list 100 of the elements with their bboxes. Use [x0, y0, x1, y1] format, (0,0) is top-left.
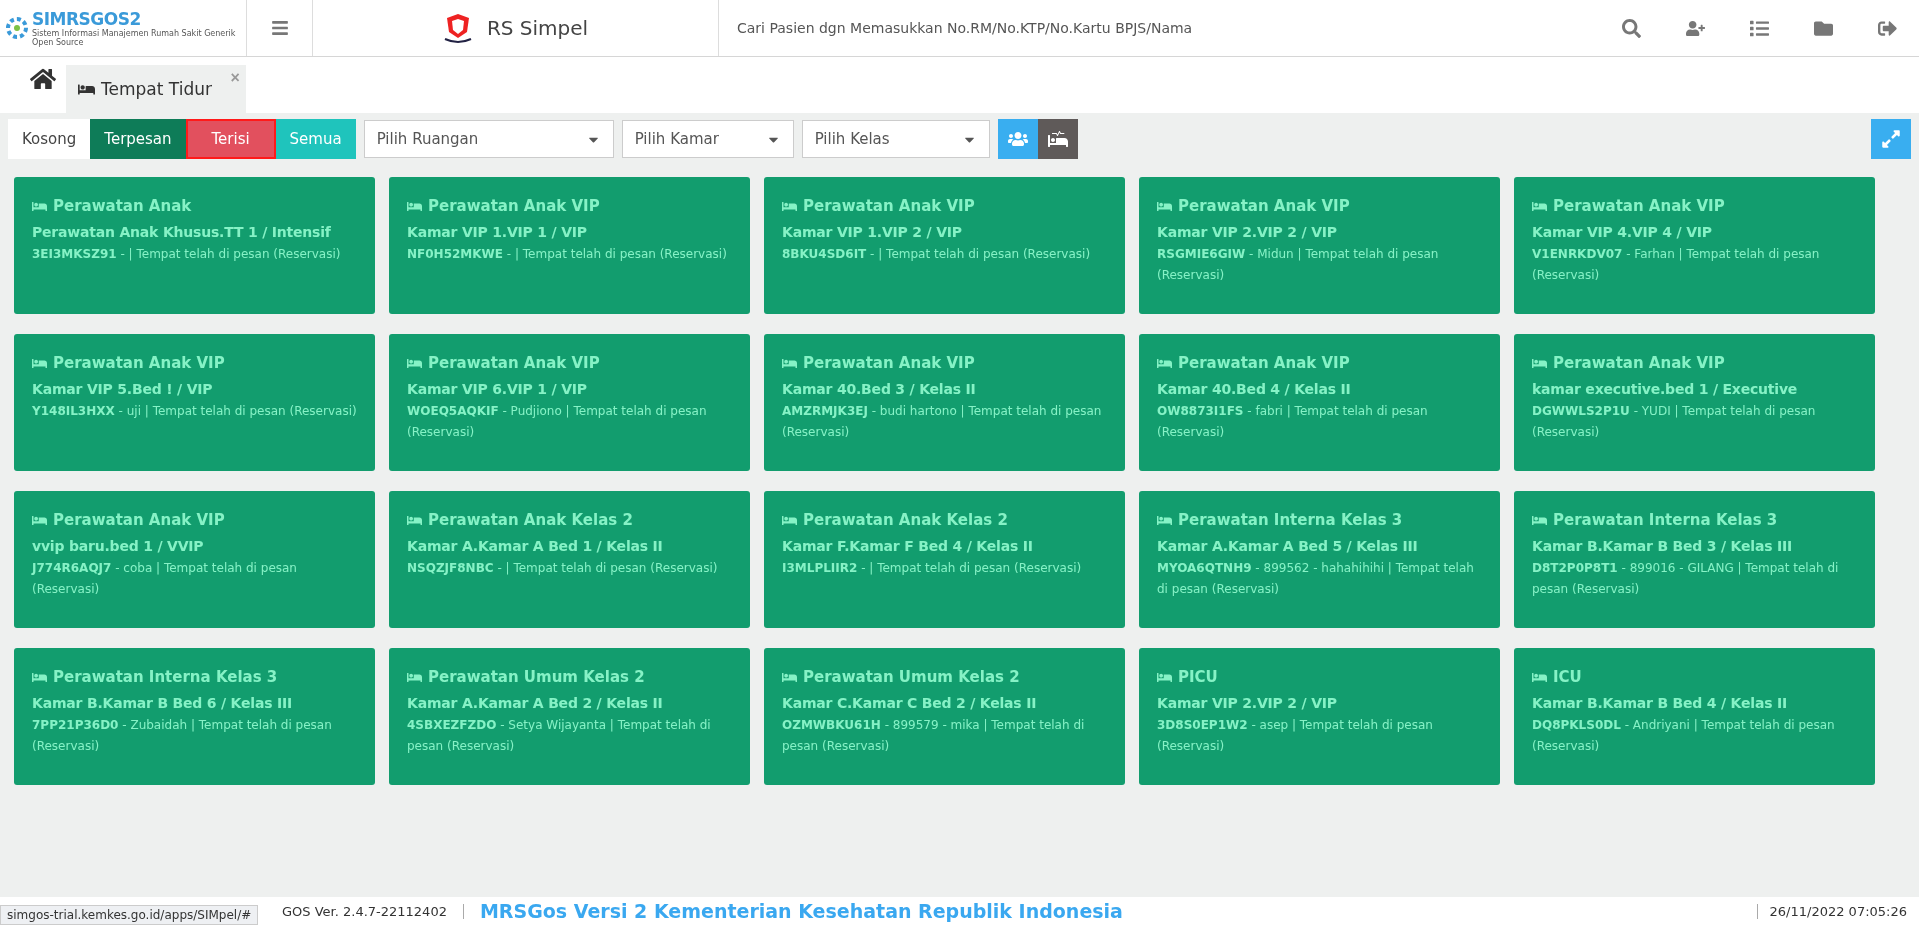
- patient-bed-button[interactable]: [1037, 119, 1078, 159]
- version-text: GOS Ver. 2.4.7-22112402: [282, 903, 464, 919]
- bed-card[interactable]: Perawatan Interna Kelas 3 Kamar B.Kamar B Bed 6 / Kelas III 7PP21P36D0 - Zubaidah | Tempat telah di pesan (Reservasi): [14, 648, 375, 785]
- bed-card[interactable]: Perawatan Anak VIP Kamar 40.Bed 4 / Kelas II OW8873I1FS - fabri | Tempat telah di pesan (Reservasi): [1139, 334, 1500, 471]
- bed-detail: 7PP21P36D0 - Zubaidah | Tempat telah di pesan (Reservasi): [32, 717, 333, 755]
- logo-text: SIMRSGOS2: [32, 9, 142, 29]
- menu-icon: [270, 19, 289, 37]
- bed-detail: 3EI3MKSZ91 - | Tempat telah di pesan (Reservasi): [32, 246, 342, 263]
- bed-detail: 4SBXEZFZDO - Setya Wijayanta | Tempat telah di pesan (Reservasi): [407, 717, 712, 755]
- list-icon: [1749, 18, 1769, 38]
- user-plus-icon: [1685, 18, 1705, 38]
- filter-button[interactable]: Terpesan: [90, 119, 186, 159]
- bed-card[interactable]: Perawatan Anak VIP kamar executive.bed 1 / Executive DGWWLS2P1U - YUDI | Tempat telah di pesan (Reservasi): [1514, 334, 1875, 471]
- bed-card[interactable]: Perawatan Anak Kelas 2 Kamar F.Kamar F Bed 4 / Kelas II I3MLPLIIR2 - | Tempat telah di pesan (Reservasi): [764, 491, 1125, 628]
- bed-detail: 8BKU4SD6IT - | Tempat telah di pesan (Reservasi): [782, 246, 1092, 263]
- bed-card[interactable]: Perawatan Anak Perawatan Anak Khusus.TT 1 / Intensif 3EI3MKSZ91 - | Tempat telah di pesan (Reservasi): [14, 177, 375, 314]
- dropdown[interactable]: Pilih Kelas: [801, 120, 990, 158]
- expand-button[interactable]: [1871, 119, 1911, 159]
- room-name: Kamar C.Kamar C Bed 2 / Kelas II: [782, 695, 1038, 711]
- unit-name: Perawatan Anak Kelas 2: [428, 511, 633, 529]
- tab[interactable]: Tempat Tidur ×: [66, 65, 246, 113]
- bed-card[interactable]: Perawatan Umum Kelas 2 Kamar C.Kamar C Bed 2 / Kelas II OZMWBKU61H - 899579 - mika | Tempat telah di pesan (Reservasi): [764, 648, 1125, 785]
- bed-card[interactable]: Perawatan Anak VIP Kamar VIP 1.VIP 2 / VIP 8BKU4SD6IT - | Tempat telah di pesan (Reservasi): [764, 177, 1125, 314]
- bed-card[interactable]: Perawatan Umum Kelas 2 Kamar A.Kamar A Bed 2 / Kelas II 4SBXEZFZDO - Setya Wijayanta | Tempat telah di pesan (Reservasi): [389, 648, 750, 785]
- bed-detail: OW8873I1FS - fabri | Tempat telah di pesan (Reservasi): [1157, 403, 1429, 441]
- bed-detail: V1ENRKDV07 - Farhan | Tempat telah di pesan (Reservasi): [1532, 246, 1821, 284]
- dropdown[interactable]: Pilih Ruangan: [363, 120, 614, 158]
- bed-detail: RSGMIE6GIW - Midun | Tempat telah di pesan (Reservasi): [1157, 246, 1440, 284]
- unit-name: Perawatan Anak VIP: [1553, 197, 1725, 215]
- marquee-text: MRSGos Versi 2 Kementerian Kesehatan Republik Indonesia: [479, 900, 1123, 922]
- logo-subtitle: Sistem Informasi Manajemen Rumah Sakit Generik Open Source: [32, 29, 237, 47]
- unit-name: Perawatan Anak Kelas 2: [803, 511, 1008, 529]
- room-name: Kamar 40.Bed 3 / Kelas II: [782, 381, 977, 397]
- bed-detail: 3D8S0EP1W2 - asep | Tempat telah di pesan (Reservasi): [1157, 717, 1434, 755]
- logout-button[interactable]: [1855, 0, 1919, 56]
- home-icon: [30, 66, 56, 92]
- bed-card[interactable]: Perawatan Anak VIP Kamar VIP 5.Bed ! / VIP Y148IL3HXX - uji | Tempat telah di pesan (Reservasi): [14, 334, 375, 471]
- room-name: Kamar B.Kamar B Bed 3 / Kelas III: [1532, 538, 1793, 554]
- room-name: kamar executive.bed 1 / Executive: [1532, 381, 1799, 397]
- bed-card[interactable]: Perawatan Anak VIP Kamar VIP 6.VIP 1 / VIP WOEQ5AQKIF - Pudjiono | Tempat telah di pesan (Reservasi): [389, 334, 750, 471]
- dropdown[interactable]: Pilih Kamar: [621, 120, 794, 158]
- bed-card[interactable]: Perawatan Anak VIP Kamar 40.Bed 3 / Kelas II AMZRMJK3EJ - budi hartono | Tempat telah di pesan (Reservasi): [764, 334, 1125, 471]
- bed-detail: Y148IL3HXX - uji | Tempat telah di pesan (Reservasi): [32, 403, 357, 420]
- room-name: Kamar VIP 5.Bed ! / VIP: [32, 381, 214, 397]
- patient-bed-icon: [1047, 129, 1068, 149]
- unit-name: Perawatan Anak VIP: [428, 354, 600, 372]
- room-name: Kamar B.Kamar B Bed 4 / Kelas II: [1532, 695, 1788, 711]
- bed-detail: D8T2P0P8T1 - 899016 - GILANG | Tempat telah di pesan (Reservasi): [1532, 560, 1840, 598]
- filter-button[interactable]: Terisi: [185, 119, 276, 159]
- bed-detail: DQ8PKLS0DL - Andriyani | Tempat telah di pesan (Reservasi): [1532, 717, 1836, 755]
- room-name: Kamar VIP 6.VIP 1 / VIP: [407, 381, 588, 397]
- room-name: Kamar A.Kamar A Bed 1 / Kelas II: [407, 538, 664, 554]
- unit-name: Perawatan Interna Kelas 3: [1178, 511, 1403, 529]
- bed-card[interactable]: Perawatan Interna Kelas 3 Kamar A.Kamar A Bed 5 / Kelas III MYOA6QTNH9 - 899562 - hahahihihi | Tempat telah di pesan (Reservasi): [1139, 491, 1500, 628]
- tab-label: Tempat Tidur: [101, 79, 212, 99]
- unit-name: Perawatan Anak VIP: [53, 511, 225, 529]
- expand-icon: [1881, 129, 1901, 149]
- bed-card[interactable]: Perawatan Anak VIP Kamar VIP 4.VIP 4 / VIP V1ENRKDV07 - Farhan | Tempat telah di pesan (Reservasi): [1514, 177, 1875, 314]
- close-button[interactable]: ×: [230, 69, 240, 87]
- hospital-name: RS Simpel: [486, 16, 589, 40]
- users-icon: [1007, 129, 1028, 149]
- bed-detail: AMZRMJK3EJ - budi hartono | Tempat telah di pesan (Reservasi): [782, 403, 1103, 441]
- room-name: Kamar A.Kamar A Bed 5 / Kelas III: [1157, 538, 1419, 554]
- unit-name: Perawatan Anak VIP: [803, 354, 975, 372]
- bed-detail: I3MLPLIIR2 - | Tempat telah di pesan (Reservasi): [782, 560, 1083, 577]
- unit-name: ICU: [1553, 668, 1582, 686]
- unit-name: Perawatan Anak VIP: [53, 354, 225, 372]
- shield-logo-icon: [442, 12, 473, 44]
- filter-button[interactable]: Kosong: [8, 119, 91, 159]
- room-name: Kamar VIP 1.VIP 2 / VIP: [782, 224, 963, 240]
- room-name: Kamar VIP 2.VIP 2 / VIP: [1157, 224, 1338, 240]
- unit-name: Perawatan Anak VIP: [1553, 354, 1725, 372]
- bed-card[interactable]: ICU Kamar B.Kamar B Bed 4 / Kelas II DQ8PKLS0DL - Andriyani | Tempat telah di pesan (Reservasi): [1514, 648, 1875, 785]
- unit-name: Perawatan Interna Kelas 3: [1553, 511, 1778, 529]
- room-name: Kamar B.Kamar B Bed 6 / Kelas III: [32, 695, 293, 711]
- bed-detail: NF0H52MKWE - | Tempat telah di pesan (Reservasi): [407, 246, 728, 263]
- unit-name: Perawatan Anak VIP: [1178, 197, 1350, 215]
- bed-card[interactable]: Perawatan Anak VIP Kamar VIP 2.VIP 2 / VIP RSGMIE6GIW - Midun | Tempat telah di pesan (Reservasi): [1139, 177, 1500, 314]
- bed-detail: OZMWBKU61H - 899579 - mika | Tempat telah di pesan (Reservasi): [782, 717, 1086, 755]
- bed-detail: DGWWLS2P1U - YUDI | Tempat telah di pesan (Reservasi): [1532, 403, 1817, 441]
- room-name: vvip baru.bed 1 / VVIP: [32, 538, 205, 554]
- date-time: 26/11/2022 07:05:26: [1756, 903, 1919, 919]
- room-name: Perawatan Anak Khusus.TT 1 / Intensif: [32, 224, 332, 240]
- bed-card[interactable]: Perawatan Interna Kelas 3 Kamar B.Kamar B Bed 3 / Kelas III D8T2P0P8T1 - 899016 - GILANG | Tempat telah di pesan (Reservasi): [1514, 491, 1875, 628]
- room-name: Kamar A.Kamar A Bed 2 / Kelas II: [407, 695, 664, 711]
- bed-detail: NSQZJF8NBC - | Tempat telah di pesan (Reservasi): [407, 560, 719, 577]
- unit-name: Perawatan Anak VIP: [428, 197, 600, 215]
- unit-name: Perawatan Anak: [53, 197, 192, 215]
- bed-card[interactable]: PICU Kamar VIP 2.VIP 2 / VIP 3D8S0EP1W2 - asep | Tempat telah di pesan (Reservasi): [1139, 648, 1500, 785]
- unit-name: Perawatan Anak VIP: [803, 197, 975, 215]
- filter-button[interactable]: Semua: [275, 119, 356, 159]
- search-field[interactable]: Cari Pasien dgn Memasukkan No.RM/No.KTP/No.Kartu BPJS/Nama: [719, 0, 1599, 56]
- bed-card[interactable]: Perawatan Anak VIP Kamar VIP 1.VIP 1 / VIP NF0H52MKWE - | Tempat telah di pesan (Reservasi): [389, 177, 750, 314]
- unit-name: Perawatan Umum Kelas 2: [428, 668, 645, 686]
- gear-logo-icon: [6, 17, 28, 39]
- bed-card[interactable]: Perawatan Anak Kelas 2 Kamar A.Kamar A Bed 1 / Kelas II NSQZJF8NBC - | Tempat telah di pesan (Reservasi): [389, 491, 750, 628]
- bed-card[interactable]: Perawatan Anak VIP vvip baru.bed 1 / VVIP J774R6AQJ7 - coba | Tempat telah di pesan (Reservasi): [14, 491, 375, 628]
- bed-detail: J774R6AQJ7 - coba | Tempat telah di pesan (Reservasi): [32, 560, 298, 598]
- search-icon: [1621, 18, 1641, 38]
- unit-name: PICU: [1178, 668, 1218, 686]
